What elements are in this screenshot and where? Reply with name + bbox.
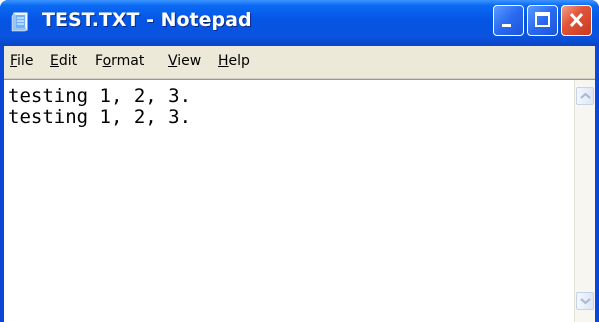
scroll-down-button[interactable] xyxy=(576,292,594,310)
menu-format[interactable]: Format xyxy=(95,53,144,69)
menu-edit[interactable]: Edit xyxy=(50,53,77,69)
title-bar[interactable]: TEST.TXT - Notepad xyxy=(0,0,599,46)
scroll-up-button[interactable] xyxy=(576,87,594,105)
minimize-button[interactable] xyxy=(493,5,524,36)
maximize-icon xyxy=(535,12,550,27)
chevron-down-icon xyxy=(580,298,591,305)
text-editor[interactable]: testing 1, 2, 3. testing 1, 2, 3. xyxy=(4,79,595,322)
close-icon xyxy=(569,12,584,28)
document-text[interactable]: testing 1, 2, 3. testing 1, 2, 3. xyxy=(8,86,568,128)
menu-file[interactable]: File xyxy=(10,53,33,69)
vertical-scrollbar[interactable] xyxy=(574,80,595,322)
window-title: TEST.TXT - Notepad xyxy=(42,9,252,31)
menu-view[interactable]: View xyxy=(168,53,201,69)
menu-bar: File Edit Format View Help xyxy=(4,46,595,79)
notepad-window: TEST.TXT - Notepad File Edit Format View… xyxy=(0,0,599,322)
notepad-icon[interactable] xyxy=(10,11,32,33)
minimize-icon xyxy=(502,24,511,27)
chevron-up-icon xyxy=(580,92,591,99)
close-button[interactable] xyxy=(561,5,592,36)
menu-help[interactable]: Help xyxy=(218,53,250,69)
maximize-button[interactable] xyxy=(527,5,558,36)
